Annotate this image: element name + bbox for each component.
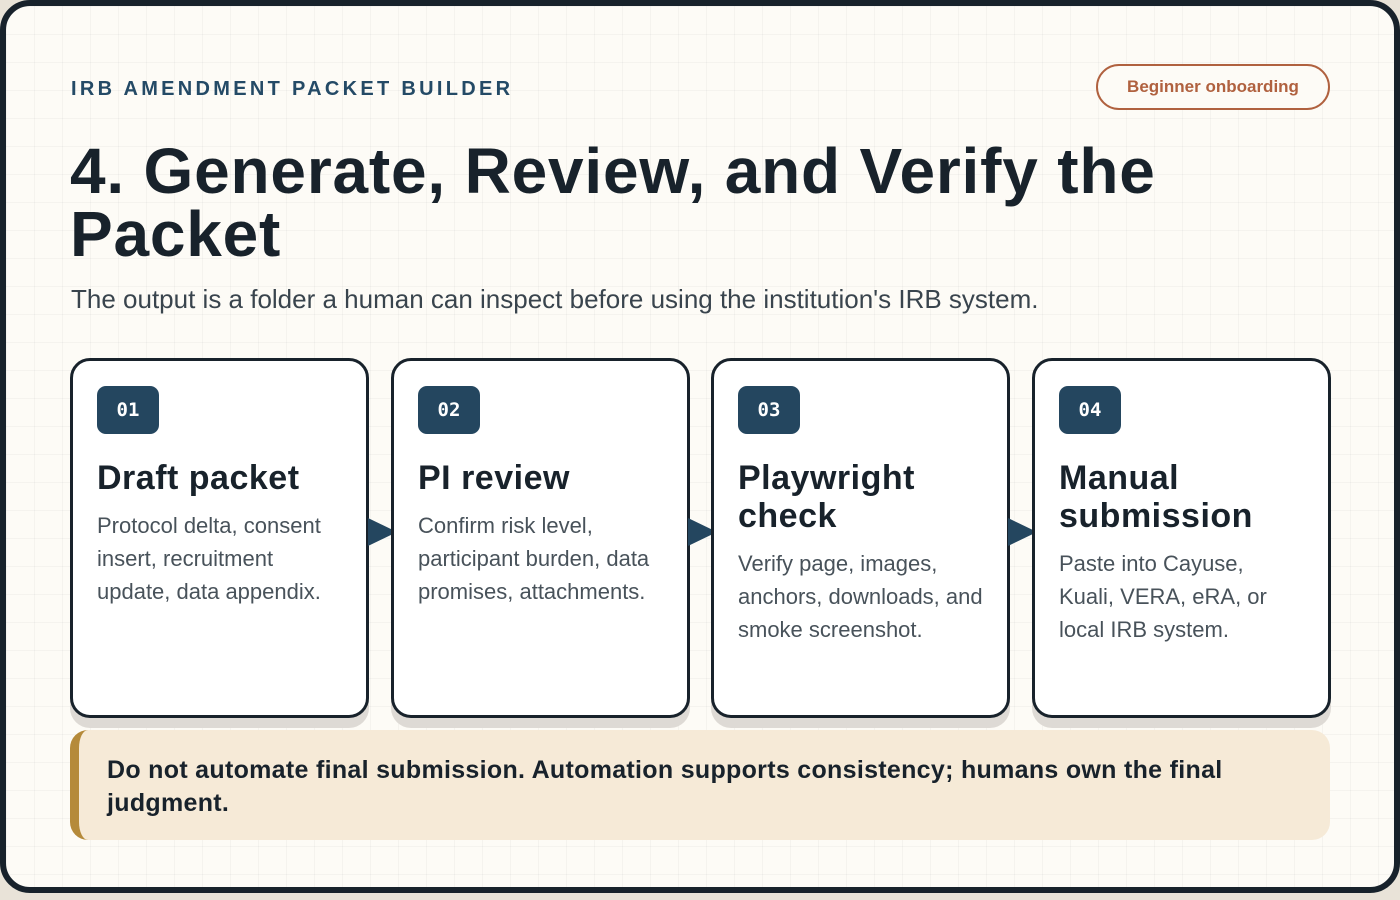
step-description: Paste into Cayuse, Kuali, VERA, eRA, or … bbox=[1059, 551, 1267, 642]
page-title: 4. Generate, Review, and Verify the Pack… bbox=[70, 135, 1156, 270]
step-card-manual-submission: 04 Manual submission Paste into Cayuse, … bbox=[1032, 358, 1331, 718]
step-number-badge: 01 bbox=[97, 386, 159, 434]
warning-callout: Do not automate final submission. Automa… bbox=[70, 730, 1330, 840]
step-title: Draft packet bbox=[97, 459, 300, 497]
step-description: Protocol delta, consent insert, recruitm… bbox=[97, 513, 321, 604]
step-card-pi-review: 02 PI review Confirm risk level, partici… bbox=[391, 358, 690, 718]
step-flow: 01 Draft packet Protocol delta, consent … bbox=[70, 358, 1331, 728]
step-title: Playwright check bbox=[738, 459, 915, 535]
step-title: Manual submission bbox=[1059, 459, 1253, 535]
step-number-badge: 03 bbox=[738, 386, 800, 434]
step-card-draft-packet: 01 Draft packet Protocol delta, consent … bbox=[70, 358, 369, 718]
step-card-playwright-check: 03 Playwright check Verify page, images,… bbox=[711, 358, 1010, 718]
eyebrow-label: IRB AMENDMENT PACKET BUILDER bbox=[71, 78, 514, 100]
step-title: PI review bbox=[418, 459, 570, 497]
step-description: Verify page, images, anchors, downloads,… bbox=[738, 551, 983, 642]
step-number-badge: 02 bbox=[418, 386, 480, 434]
slide-frame: IRB AMENDMENT PACKET BUILDER Beginner on… bbox=[0, 0, 1400, 893]
step-description: Confirm risk level, participant burden, … bbox=[418, 513, 650, 604]
onboarding-badge: Beginner onboarding bbox=[1096, 64, 1330, 110]
page-subtitle: The output is a folder a human can inspe… bbox=[71, 284, 1039, 314]
step-number-badge: 04 bbox=[1059, 386, 1121, 434]
